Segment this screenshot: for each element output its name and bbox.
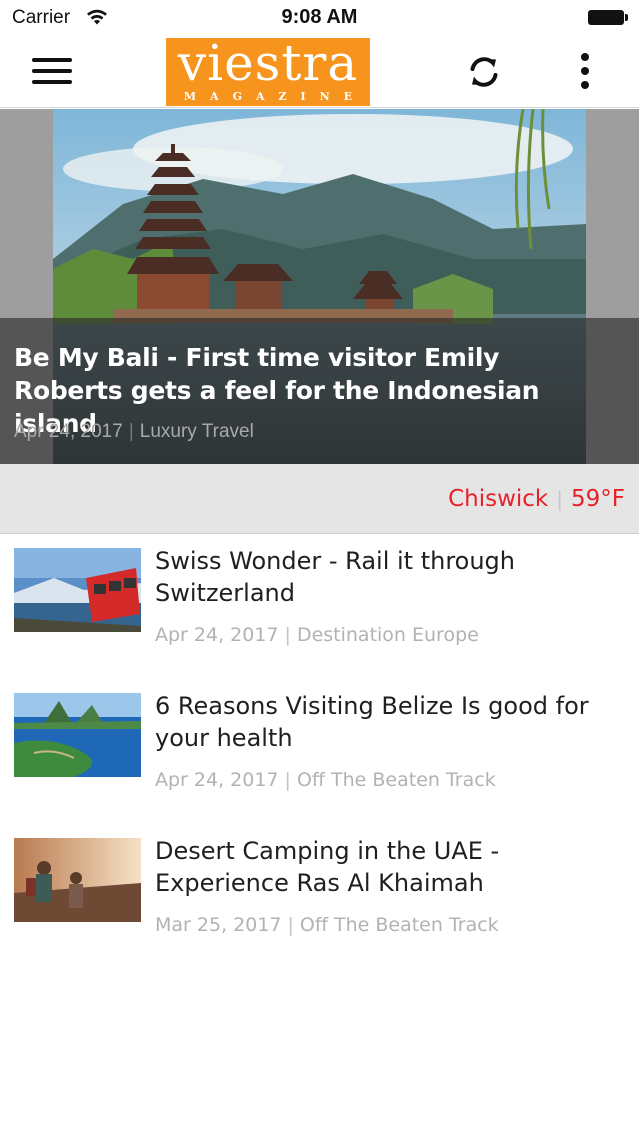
belize-image [14, 693, 141, 777]
weather-info[interactable]: Chiswick | 59°F [448, 486, 625, 512]
article-meta: Apr 24, 2017 | Destination Europe [155, 624, 479, 646]
hero-meta: Apr 24, 2017 | Luxury Travel [14, 421, 254, 443]
nav-bar: viestra MAGAZINE [0, 36, 639, 108]
status-bar: Carrier 9:08 AM [0, 0, 639, 36]
viestra-logo[interactable]: viestra MAGAZINE [166, 34, 370, 106]
train-image [14, 548, 141, 632]
logo-word: viestra [177, 34, 359, 92]
article-category[interactable]: Off The Beaten Track [297, 769, 496, 791]
menu-icon[interactable] [32, 54, 72, 88]
article-date: Apr 24, 2017 [155, 769, 279, 791]
article-thumbnail [14, 693, 141, 777]
hero-category[interactable]: Luxury Travel [140, 421, 254, 442]
meta-separator: | [284, 624, 291, 646]
weather-strip: Chiswick | 59°F [0, 464, 639, 534]
article-thumbnail [14, 548, 141, 632]
battery-icon [588, 10, 628, 25]
logo-subtitle: MAGAZINE [183, 90, 367, 103]
hero-article[interactable]: Be My Bali - First time visitor Emily Ro… [0, 109, 639, 464]
meta-separator: | [284, 769, 291, 791]
article-title[interactable]: Swiss Wonder - Rail it through Switzerla… [155, 545, 631, 609]
article-meta: Mar 25, 2017 | Off The Beaten Track [155, 914, 499, 936]
list-item[interactable]: Swiss Wonder - Rail it through Switzerla… [0, 545, 639, 678]
article-category[interactable]: Off The Beaten Track [300, 914, 499, 936]
weather-temperature: 59°F [571, 486, 625, 512]
list-item[interactable]: 6 Reasons Visiting Belize Is good for yo… [0, 690, 639, 823]
article-title[interactable]: 6 Reasons Visiting Belize Is good for yo… [155, 690, 631, 754]
weather-location: Chiswick [448, 486, 549, 512]
list-item[interactable]: Desert Camping in the UAE - Experience R… [0, 835, 639, 968]
article-title[interactable]: Desert Camping in the UAE - Experience R… [155, 835, 631, 899]
article-date: Mar 25, 2017 [155, 914, 282, 936]
article-date: Apr 24, 2017 [155, 624, 279, 646]
more-vertical-icon[interactable] [570, 50, 600, 94]
weather-separator: | [556, 487, 563, 511]
status-time: 9:08 AM [281, 6, 358, 28]
meta-separator: | [287, 914, 294, 936]
hero-date: Apr 24, 2017 [14, 421, 123, 442]
article-meta: Apr 24, 2017 | Off The Beaten Track [155, 769, 496, 791]
article-category[interactable]: Destination Europe [297, 624, 479, 646]
desert-image [14, 838, 141, 922]
article-thumbnail [14, 838, 141, 922]
refresh-icon[interactable] [462, 50, 506, 94]
meta-separator: | [128, 421, 134, 442]
